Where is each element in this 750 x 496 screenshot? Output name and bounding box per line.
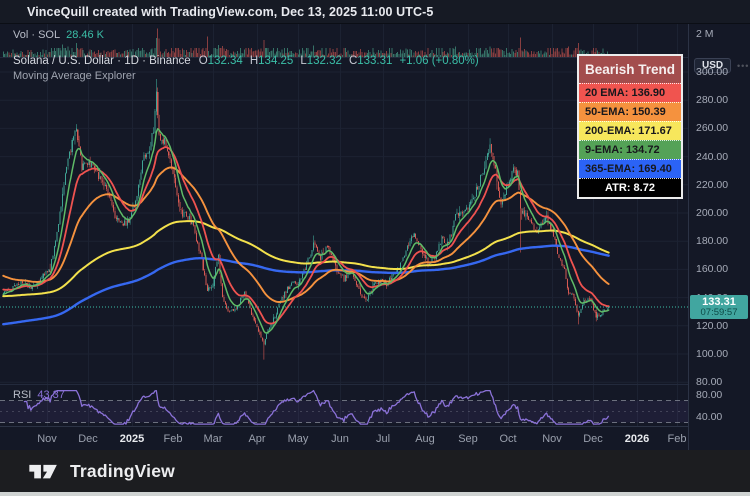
change-value: +1.06 (+0.80%) xyxy=(399,55,478,67)
volume-axis-label: 2 M xyxy=(696,28,714,40)
footer-bar: TradingView xyxy=(0,450,750,492)
high-label: H xyxy=(250,55,258,67)
price-scale[interactable]: 2 M USD ••• 300.00280.00260.00240.00220.… xyxy=(688,24,750,450)
time-axis-label: Dec xyxy=(78,433,98,445)
price-axis-label: 220.00 xyxy=(696,179,728,191)
close-value: 133.31 xyxy=(357,55,392,67)
trend-legend-row: 365-EMA: 169.40 xyxy=(579,159,681,178)
rsi-value: 43.37 xyxy=(37,389,65,401)
price-axis-label: 200.00 xyxy=(696,207,728,219)
time-axis[interactable]: Nov Dec 2025 Feb Mar Apr May Jun Jul Aug Sep Oct Nov… xyxy=(0,426,689,450)
price-axis-label: 100.00 xyxy=(696,348,728,360)
trend-legend-row: 200-EMA: 171.67 xyxy=(579,121,681,140)
price-axis-label: 240.00 xyxy=(696,151,728,163)
time-axis-label: Jun xyxy=(331,433,349,445)
price-axis-label: 80.00 xyxy=(696,376,722,388)
price-axis-label: 180.00 xyxy=(696,235,728,247)
indicator-title: Moving Average Explorer xyxy=(13,70,136,82)
price-axis-label: 260.00 xyxy=(696,122,728,134)
volume-indicator-row[interactable]: Vol · SOL 28.46 K xyxy=(13,29,104,41)
price-axis-label: 280.00 xyxy=(696,94,728,106)
trend-legend-row: 9-EMA: 134.72 xyxy=(579,140,681,159)
volume-indicator-label: Vol · SOL xyxy=(13,29,60,41)
time-axis-label: Mar xyxy=(204,433,223,445)
trend-legend-box[interactable]: Bearish Trend 20 EMA: 136.9050-EMA: 150.… xyxy=(577,54,683,199)
rsi-axis-label: 80.00 xyxy=(696,389,722,401)
rsi-axis-label: 40.00 xyxy=(696,411,722,423)
time-axis-label: Jul xyxy=(376,433,390,445)
time-axis-label: Sep xyxy=(458,433,478,445)
time-axis-label: Oct xyxy=(499,433,516,445)
time-axis-label: Apr xyxy=(248,433,265,445)
rsi-indicator-row[interactable]: RSI 43.37 xyxy=(13,389,65,401)
time-axis-label: 2025 xyxy=(120,433,144,445)
tradingview-logo-icon[interactable] xyxy=(27,460,61,482)
low-value: 132.32 xyxy=(307,55,342,67)
chart-area[interactable]: Vol · SOL 28.46 K Solana / U.S. Dollar ·… xyxy=(0,24,750,450)
attribution-bar: VinceQuill created with TradingView.com,… xyxy=(0,0,750,24)
trend-legend-rows: 20 EMA: 136.9050-EMA: 150.39200-EMA: 171… xyxy=(579,83,681,178)
bar-countdown: 07:59:57 xyxy=(690,308,748,318)
time-axis-label: Aug xyxy=(415,433,435,445)
rsi-label: RSI xyxy=(13,389,31,401)
current-price-badge[interactable]: 133.31 07:59:57 xyxy=(690,295,748,319)
trend-legend-title: Bearish Trend xyxy=(579,56,681,83)
symbol-title: Solana / U.S. Dollar · 1D · Binance xyxy=(13,55,191,67)
ohlc-readout: O132.34 H134.25 L132.32 C133.31 +1.06 (+… xyxy=(199,55,479,67)
open-value: 132.34 xyxy=(208,55,243,67)
trend-legend-row: 20 EMA: 136.90 xyxy=(579,83,681,102)
indicator-title-row[interactable]: Moving Average Explorer xyxy=(13,70,136,82)
time-axis-label: Feb xyxy=(164,433,183,445)
tradingview-chart-window: VinceQuill created with TradingView.com,… xyxy=(0,0,750,496)
open-label: O xyxy=(199,55,208,67)
time-axis-label: Dec xyxy=(583,433,603,445)
atr-row: ATR: 8.72 xyxy=(579,178,681,197)
price-axis-label: 160.00 xyxy=(696,263,728,275)
price-axis-label: 120.00 xyxy=(696,320,728,332)
attribution-text: VinceQuill created with TradingView.com,… xyxy=(27,5,433,19)
time-axis-label: Feb xyxy=(668,433,687,445)
trend-legend-row: 50-EMA: 150.39 xyxy=(579,102,681,121)
bottom-edge-strip xyxy=(0,492,750,496)
volume-value: 28.46 K xyxy=(66,29,104,41)
time-axis-label: Nov xyxy=(542,433,562,445)
more-options-dots-icon[interactable]: ••• xyxy=(737,61,749,71)
high-value: 134.25 xyxy=(258,55,293,67)
brand-name[interactable]: TradingView xyxy=(70,461,175,482)
time-axis-label: 2026 xyxy=(625,433,649,445)
price-axis-label: 300.00 xyxy=(696,66,728,78)
time-axis-label: May xyxy=(288,433,309,445)
symbol-title-row[interactable]: Solana / U.S. Dollar · 1D · Binance O132… xyxy=(13,55,479,67)
close-label: C xyxy=(349,55,357,67)
time-axis-label: Nov xyxy=(37,433,57,445)
